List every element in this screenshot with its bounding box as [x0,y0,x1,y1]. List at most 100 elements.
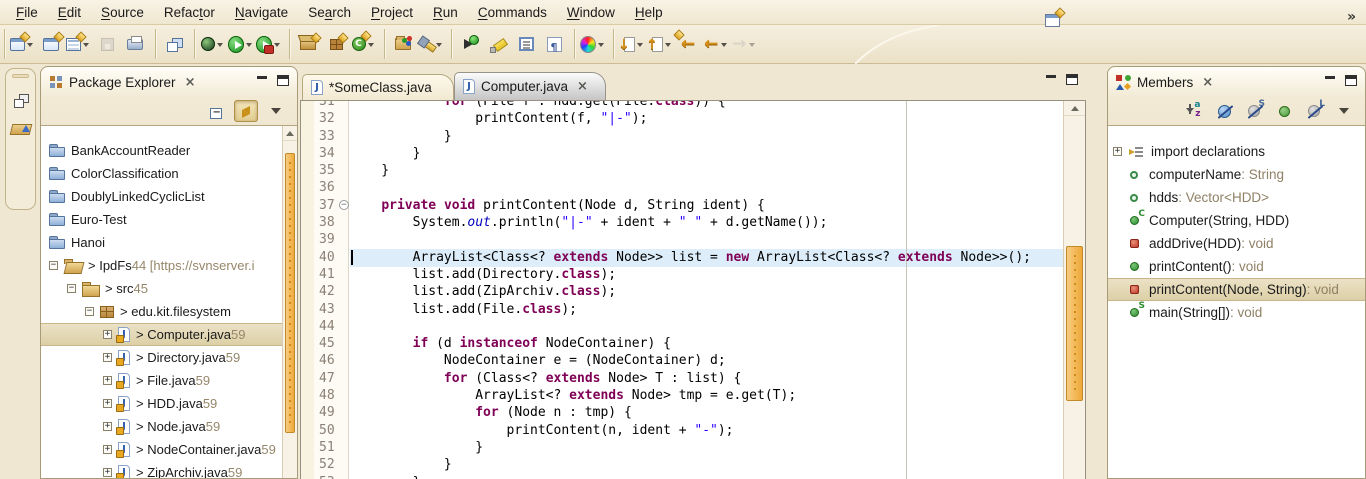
tree-item[interactable]: +> NodeContainer.java 59 [41,438,297,461]
dropdown-arrow-icon[interactable] [719,32,729,56]
tree-item[interactable]: +> Node.java 59 [41,415,297,438]
members-tab[interactable]: Members × [1116,75,1213,90]
new-wizard-icon[interactable] [10,31,36,57]
scroll-up-arrow[interactable] [283,126,297,141]
menu-commands[interactable]: Commands [468,2,557,23]
code-line[interactable]: for (File f : hdd.get(File.class)) { [350,100,1063,110]
open-perspective-icon[interactable] [9,116,33,140]
menu-window[interactable]: Window [557,2,625,23]
windows-icon[interactable] [161,31,187,57]
expand-icon[interactable]: + [103,468,112,477]
hide-static-members-icon[interactable]: S [1242,100,1266,122]
menu-navigate[interactable]: Navigate [225,2,298,23]
code-line[interactable]: } [350,456,1063,473]
toolbar-overflow-chevron[interactable]: » [1347,9,1356,25]
dropdown-arrow-icon[interactable] [663,32,673,56]
run-icon[interactable] [228,31,254,57]
tree-item[interactable]: Hanoi [41,231,297,254]
tree-item[interactable]: ColorClassification [41,162,297,185]
tree-item[interactable]: DoublyLinkedCyclicList [41,185,297,208]
mark-occurrences-icon[interactable] [485,31,511,57]
menu-refactor[interactable]: Refactor [154,2,225,23]
maximize-button[interactable] [277,75,289,86]
code-line[interactable]: } [350,128,1063,145]
code-line[interactable]: } [350,145,1063,162]
menu-file[interactable]: File [6,2,48,23]
dropdown-arrow-icon[interactable] [215,32,226,56]
code-line[interactable] [350,231,1063,248]
code-line[interactable]: ArrayList<Class<? extends Node>> list = … [350,249,1063,266]
tree-item[interactable]: +> ZipArchiv.java 59 [41,461,297,478]
member-item[interactable]: hdds : Vector<HDD> [1108,186,1365,209]
show-whitespace-icon[interactable] [541,31,567,57]
close-icon[interactable]: × [1202,75,1213,90]
code-line[interactable] [350,318,1063,335]
annotation-ruler[interactable] [301,101,314,479]
dropdown-arrow-icon[interactable] [244,32,254,56]
expand-icon[interactable]: + [103,353,112,362]
dropdown-arrow-icon[interactable] [25,32,36,56]
code-editor[interactable]: 31323334353637−3839404142434445464748495… [300,100,1086,479]
new-view-icon[interactable] [66,31,92,57]
debug-icon[interactable] [200,31,226,57]
code-line[interactable]: NodeContainer e = (NodeContainer) d; [350,352,1063,369]
member-item[interactable]: Smain(String[]) : void [1108,301,1365,324]
scroll-up-arrow[interactable] [1064,101,1085,116]
next-annotation-icon[interactable] [619,31,645,57]
code-line[interactable]: list.add(ZipArchiv.class); [350,283,1063,300]
tree-item[interactable]: +> Computer.java 59 [41,323,297,346]
package-explorer-scrollbar[interactable] [282,126,297,478]
new-package-icon[interactable] [323,31,349,57]
hide-local-types-icon[interactable]: L [1302,100,1326,122]
new-class-icon[interactable] [351,31,377,57]
code-line[interactable]: if (d instanceof NodeContainer) { [350,335,1063,352]
color-palette-icon[interactable] [580,31,606,57]
new-java-project-icon[interactable] [295,31,321,57]
previous-annotation-icon[interactable] [647,31,673,57]
team-sync-icon[interactable] [457,31,483,57]
code-line[interactable]: } [350,474,1063,479]
code-line[interactable]: printContent(n, ident + "-"); [350,422,1063,439]
tree-item[interactable]: +> Directory.java 59 [41,346,297,369]
code-line[interactable]: for (Class<? extends Node> T : list) { [350,370,1063,387]
code-line[interactable]: System.out.println("|-" + ident + " " + … [350,214,1063,231]
expand-icon[interactable]: + [103,422,112,431]
collapse-icon[interactable]: − [49,261,58,270]
restore-views-icon[interactable] [9,88,33,112]
menu-source[interactable]: Source [91,2,154,23]
new-window-icon[interactable] [38,31,64,57]
expand-icon[interactable]: + [103,376,112,385]
view-menu-icon[interactable] [1332,100,1356,122]
last-edit-location-icon[interactable] [675,31,701,57]
dropdown-arrow-icon[interactable] [747,32,757,56]
code-line[interactable]: private void printContent(Node d, String… [350,197,1063,214]
expand-icon[interactable]: + [103,445,112,454]
sort-icon[interactable]: az [1182,100,1206,122]
expand-icon[interactable]: + [103,330,112,339]
expand-icon[interactable]: + [103,399,112,408]
show-public-members-icon[interactable] [1272,100,1296,122]
expand-icon[interactable]: + [1113,147,1122,156]
collapse-icon[interactable]: − [67,284,76,293]
minimize-button[interactable] [1324,75,1336,86]
code-line[interactable]: } [350,439,1063,456]
customize-perspective-button[interactable] [1038,7,1066,33]
tree-item[interactable]: −> edu.kit.filesystem [41,300,297,323]
dropdown-arrow-icon[interactable] [366,32,377,56]
code-line[interactable]: for (Node n : tmp) { [350,404,1063,421]
menu-project[interactable]: Project [361,2,423,23]
menu-run[interactable]: Run [423,2,468,23]
editor-tab[interactable]: Computer.java× [454,72,606,100]
dropdown-arrow-icon[interactable] [596,32,606,56]
close-icon[interactable]: × [577,79,588,94]
scrollbar-thumb[interactable] [285,153,295,433]
dropdown-arrow-icon[interactable] [434,32,444,56]
member-item[interactable]: printContent(Node, String) : void [1108,278,1365,301]
search-flashlight-icon[interactable] [418,31,444,57]
hide-fields-icon[interactable] [1212,100,1236,122]
code-line[interactable]: ArrayList<? extends Node> tmp = e.get(T)… [350,387,1063,404]
menu-edit[interactable]: Edit [48,2,91,23]
run-external-icon[interactable] [256,31,282,57]
editor-scrollbar[interactable] [1063,101,1085,479]
close-icon[interactable]: × [185,75,196,90]
